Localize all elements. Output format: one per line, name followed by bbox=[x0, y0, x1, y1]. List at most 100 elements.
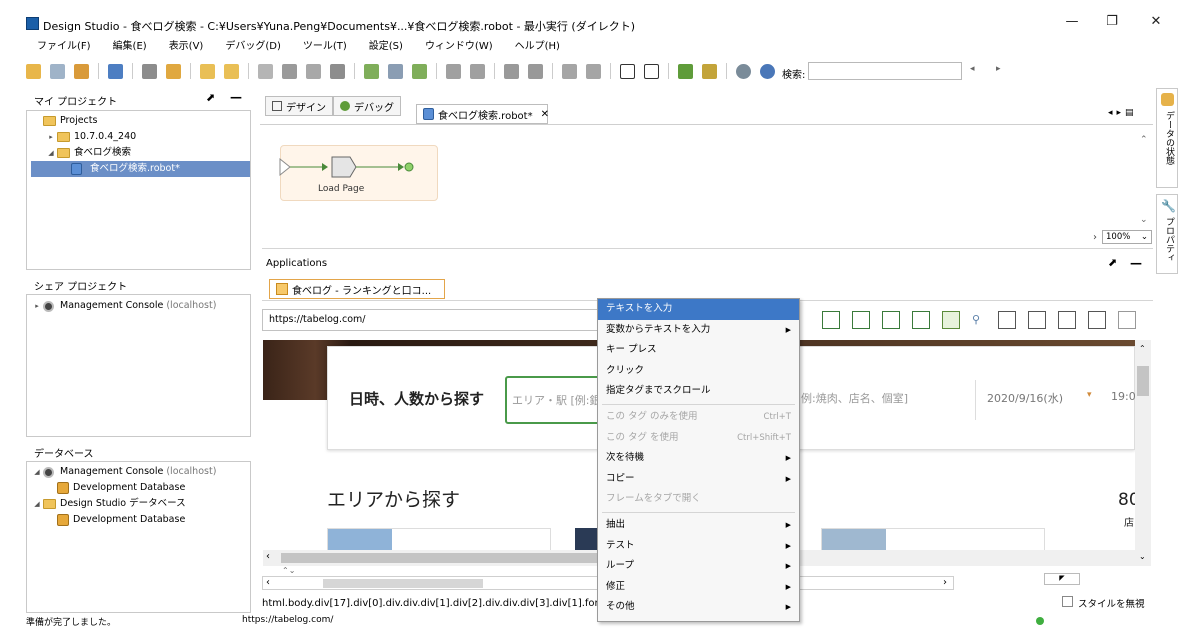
menu-debug[interactable]: デバッグ(D) bbox=[214, 38, 292, 56]
window-icon[interactable] bbox=[998, 311, 1016, 329]
minimize-button[interactable]: — bbox=[1052, 12, 1092, 32]
tab-design[interactable]: デザイン bbox=[265, 96, 333, 116]
properties-tab[interactable]: 🔧 プロパティ bbox=[1156, 194, 1178, 274]
refresh-icon[interactable] bbox=[74, 63, 89, 79]
scroll-down-icon[interactable]: ⌄ bbox=[1139, 552, 1146, 561]
insert-step-icon[interactable] bbox=[504, 63, 519, 79]
step-label[interactable]: Load Page bbox=[318, 184, 364, 194]
window-icon[interactable] bbox=[620, 63, 635, 79]
expander-icon[interactable]: ▸ bbox=[31, 298, 43, 314]
context-menu-item[interactable]: コピー ▶ bbox=[598, 469, 799, 490]
search-next-button[interactable]: ▸ bbox=[996, 64, 1001, 74]
tree-item[interactable]: ◢ Management Console (localhost) bbox=[31, 464, 216, 480]
frame-icon[interactable] bbox=[644, 63, 659, 79]
close-tab-icon[interactable]: ✕ bbox=[541, 109, 549, 120]
area-input[interactable]: エリア・駅 [例:銀 bbox=[505, 376, 605, 424]
menu-file[interactable]: ファイル(F) bbox=[26, 38, 102, 56]
context-menu-item[interactable]: 変数からテキストを入力 ▶ bbox=[598, 320, 799, 341]
move-down-icon[interactable] bbox=[912, 311, 930, 329]
context-menu-item[interactable]: テキストを入力 bbox=[598, 299, 799, 320]
tree-item[interactable]: ▸ 10.7.0.4_240 bbox=[45, 129, 136, 145]
scroll-down-icon[interactable]: ⌄ bbox=[1140, 215, 1148, 225]
cut-icon[interactable] bbox=[258, 63, 273, 79]
ungroup-icon[interactable] bbox=[470, 63, 485, 79]
expander-icon[interactable]: ◢ bbox=[45, 145, 57, 161]
window-stack-icon[interactable] bbox=[1058, 311, 1076, 329]
scrollbar-thumb[interactable] bbox=[281, 553, 597, 563]
scroll-up-icon[interactable]: ⌃ bbox=[1139, 344, 1146, 353]
tree-item[interactable]: Development Database bbox=[45, 480, 185, 496]
scroll-up-icon[interactable]: ⌃ bbox=[1140, 135, 1148, 145]
move-up-icon[interactable] bbox=[882, 311, 900, 329]
context-menu-item[interactable]: 次を待機 ▶ bbox=[598, 448, 799, 469]
date-value[interactable]: 2020/9/16(水) bbox=[987, 390, 1063, 406]
expander-icon[interactable]: ◢ bbox=[31, 464, 43, 480]
group-icon[interactable] bbox=[446, 63, 461, 79]
scroll-right-icon[interactable]: › bbox=[1093, 232, 1097, 243]
context-menu-item[interactable]: クリック bbox=[598, 361, 799, 382]
save-all-icon[interactable] bbox=[50, 63, 65, 79]
globe-icon[interactable] bbox=[736, 63, 751, 79]
menu-edit[interactable]: 編集(E) bbox=[102, 38, 158, 56]
step-icon[interactable] bbox=[364, 63, 379, 79]
maximize-icon[interactable]: ⬈ bbox=[1108, 256, 1117, 269]
scroll-right-icon[interactable]: › bbox=[943, 577, 947, 589]
maximize-icon[interactable]: ⬈ bbox=[206, 91, 215, 104]
minimize-panel-icon[interactable]: — bbox=[1130, 256, 1142, 270]
context-menu-item[interactable]: 抽出 ▶ bbox=[598, 515, 799, 536]
remove-step-icon[interactable] bbox=[528, 63, 543, 79]
minimize-panel-icon[interactable]: — bbox=[230, 90, 242, 104]
tab-scroll-icon[interactable]: ◂▸▤ bbox=[1108, 108, 1138, 118]
run-icon[interactable] bbox=[166, 63, 181, 79]
expander-icon[interactable]: ▸ bbox=[45, 129, 57, 145]
scroll-left-icon[interactable]: ‹ bbox=[266, 577, 270, 589]
window-copy-icon[interactable] bbox=[1088, 311, 1106, 329]
data-state-tab[interactable]: データの状態 bbox=[1156, 88, 1178, 188]
paste-icon[interactable] bbox=[306, 63, 321, 79]
tree-item[interactable]: 食べログ検索.robot* bbox=[31, 161, 250, 177]
robot-canvas[interactable]: Load Page ⌃ ⌄ bbox=[260, 124, 1153, 230]
search-input[interactable] bbox=[808, 62, 962, 80]
menu-tools[interactable]: ツール(T) bbox=[292, 38, 358, 56]
search-icon[interactable]: ⚲ bbox=[972, 313, 986, 327]
menu-view[interactable]: 表示(V) bbox=[158, 38, 215, 56]
close-button[interactable]: ✕ bbox=[1136, 12, 1176, 32]
clip-icon[interactable] bbox=[942, 311, 960, 329]
collapse-icon[interactable]: ⌃⌄ bbox=[282, 566, 295, 575]
url-field[interactable]: https://tabelog.com/ bbox=[262, 309, 600, 331]
tab-robot-file[interactable]: 食べログ検索.robot* ✕ bbox=[416, 104, 549, 124]
branch-icon[interactable] bbox=[388, 63, 403, 79]
scroll-left-icon[interactable]: ‹ bbox=[266, 551, 270, 562]
scrollbar-thumb[interactable] bbox=[323, 579, 483, 588]
close-window-icon[interactable] bbox=[1118, 311, 1136, 329]
context-menu-item[interactable]: 指定タグまでスクロール bbox=[598, 381, 799, 402]
undo-icon[interactable] bbox=[200, 63, 215, 79]
bug-icon[interactable] bbox=[678, 63, 693, 79]
expand-icon[interactable] bbox=[562, 63, 577, 79]
try-icon[interactable] bbox=[412, 63, 427, 79]
expander-icon[interactable]: ◢ bbox=[31, 496, 43, 512]
tab-application[interactable]: 食べログ - ランキングと口コ... bbox=[269, 279, 445, 299]
context-menu-item[interactable]: ループ ▶ bbox=[598, 556, 799, 577]
vertical-scrollbar[interactable]: ⌃ ⌄ bbox=[1135, 340, 1151, 566]
restore-button[interactable]: ❐ bbox=[1092, 12, 1132, 32]
select-right-icon[interactable] bbox=[852, 311, 870, 329]
area-card[interactable] bbox=[327, 528, 551, 550]
zoom-select[interactable]: 100% ⌄ bbox=[1102, 230, 1152, 244]
collapse-icon[interactable] bbox=[586, 63, 601, 79]
search-prev-button[interactable]: ◂ bbox=[970, 64, 975, 74]
ignore-style-checkbox[interactable] bbox=[1062, 596, 1073, 607]
context-menu-item[interactable]: テスト ▶ bbox=[598, 536, 799, 557]
dom-toggle[interactable]: ◤ bbox=[1044, 573, 1080, 585]
tree-item[interactable]: ◢ Design Studio データベース bbox=[31, 496, 186, 512]
menu-help[interactable]: ヘルプ(H) bbox=[504, 38, 571, 56]
add-window-icon[interactable] bbox=[1028, 311, 1046, 329]
redo-icon[interactable] bbox=[224, 63, 239, 79]
context-menu-item[interactable]: キー プレス bbox=[598, 340, 799, 361]
globe-run-icon[interactable] bbox=[760, 63, 775, 79]
menu-settings[interactable]: 設定(S) bbox=[358, 38, 414, 56]
select-down-icon[interactable] bbox=[822, 311, 840, 329]
tree-item[interactable]: Projects bbox=[31, 113, 97, 129]
time-value[interactable]: 19:0 bbox=[1111, 390, 1135, 403]
menu-window[interactable]: ウィンドウ(W) bbox=[414, 38, 504, 56]
